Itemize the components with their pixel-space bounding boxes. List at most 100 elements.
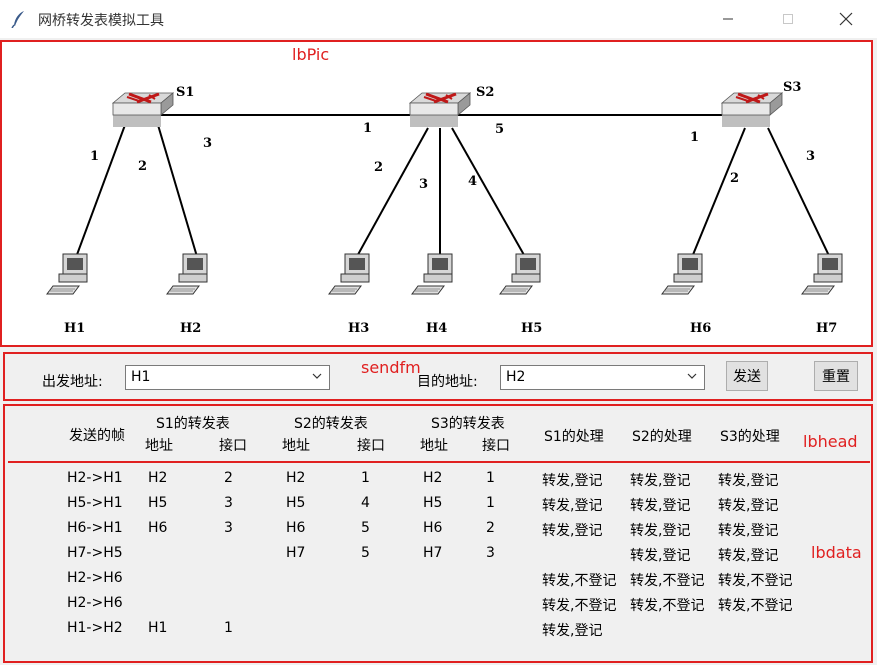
cell-s2-port: 4 — [361, 495, 370, 511]
header-s1-addr: 地址 — [145, 438, 173, 454]
dst-address-value: H2 — [506, 369, 526, 385]
window-title: 网桥转发表模拟工具 — [38, 13, 164, 29]
host-h1-label: H1 — [64, 321, 85, 336]
cell-s3-addr: H6 — [423, 520, 443, 536]
header-s3-table: S3的转发表 — [431, 416, 505, 432]
title-bar: 网桥转发表模拟工具 — [0, 0, 877, 38]
frame-label-data: lbdata — [811, 543, 862, 562]
maximize-button[interactable] — [765, 0, 811, 38]
minimize-button[interactable] — [705, 0, 751, 38]
cell-s3-addr: H5 — [423, 495, 443, 511]
host-h5-icon — [499, 253, 541, 295]
cell-frame: H1->H2 — [67, 620, 123, 636]
cell-frame: H5->H1 — [67, 495, 123, 511]
switch-s1-icon — [111, 91, 175, 129]
port-s3-h6: 2 — [730, 171, 739, 186]
cell-s2-port: 1 — [361, 470, 370, 486]
header-s3-port: 接口 — [482, 438, 510, 454]
port-s1-h2: 2 — [138, 159, 147, 174]
cell-s2-proc: 转发,登记 — [630, 473, 691, 489]
host-h6-label: H6 — [690, 321, 711, 336]
cell-s2-port: 5 — [361, 520, 370, 536]
cell-s1-addr: H5 — [148, 495, 168, 511]
chevron-down-icon — [312, 373, 322, 379]
src-address-label: 出发地址: — [42, 374, 103, 390]
cell-s1-addr: H2 — [148, 470, 168, 486]
src-address-select[interactable]: H1 — [125, 365, 330, 390]
src-address-value: H1 — [131, 369, 151, 385]
header-s2-proc: S2的处理 — [632, 429, 692, 445]
cell-s2-addr: H5 — [286, 495, 306, 511]
port-s2-h5: 4 — [468, 174, 477, 189]
host-h1-icon — [46, 253, 88, 295]
host-h3-label: H3 — [348, 321, 369, 336]
header-s2-addr: 地址 — [282, 438, 310, 454]
host-h7-label: H7 — [816, 321, 837, 336]
cell-s1-proc: 转发,不登记 — [542, 598, 617, 614]
chevron-down-icon — [687, 373, 697, 379]
host-h4-label: H4 — [426, 321, 447, 336]
cell-s3-port: 2 — [486, 520, 495, 536]
cell-s3-port: 3 — [486, 545, 495, 561]
cell-s1-proc: 转发,不登记 — [542, 573, 617, 589]
host-h6-icon — [661, 253, 703, 295]
port-s2-h4: 3 — [419, 177, 428, 192]
host-h2-icon — [166, 253, 208, 295]
header-s1-table: S1的转发表 — [156, 416, 230, 432]
cell-s1-addr: H1 — [148, 620, 168, 636]
cell-s1-port: 1 — [224, 620, 233, 636]
switch-s2-icon — [408, 91, 472, 129]
cell-s3-proc: 转发,登记 — [718, 498, 779, 514]
cell-s1-port: 3 — [224, 495, 233, 511]
host-h3-icon — [328, 253, 370, 295]
header-s2-port: 接口 — [357, 438, 385, 454]
header-s2-table: S2的转发表 — [294, 416, 368, 432]
cell-s3-proc: 转发,登记 — [718, 473, 779, 489]
host-h5-label: H5 — [521, 321, 542, 336]
cell-s3-proc: 转发,登记 — [718, 523, 779, 539]
switch-s3-label: S3 — [783, 80, 801, 95]
cell-s2-port: 5 — [361, 545, 370, 561]
port-s2-s3: 5 — [495, 122, 504, 137]
cell-s2-proc: 转发,不登记 — [630, 598, 705, 614]
cell-s2-proc: 转发,登记 — [630, 548, 691, 564]
frame-label-send: sendfm — [361, 358, 421, 377]
host-h2-label: H2 — [180, 321, 201, 336]
cell-frame: H7->H5 — [67, 545, 123, 561]
port-s1-s2: 3 — [203, 136, 212, 151]
frame-label-head: lbhead — [803, 432, 858, 451]
cell-s3-port: 1 — [486, 470, 495, 486]
cell-s3-addr: H2 — [423, 470, 443, 486]
close-button[interactable] — [823, 0, 869, 38]
cell-s3-addr: H7 — [423, 545, 443, 561]
header-s3-addr: 地址 — [420, 438, 448, 454]
cell-s2-addr: H2 — [286, 470, 306, 486]
header-separator — [8, 461, 870, 463]
cell-s2-addr: H7 — [286, 545, 306, 561]
port-s3-s2: 1 — [690, 130, 699, 145]
cell-frame: H2->H1 — [67, 470, 123, 486]
port-s2-s1: 1 — [363, 121, 372, 136]
cell-s1-proc: 转发,登记 — [542, 623, 603, 639]
topology-diagram: S1 S2 S3 H1 H2 H3 H4 H5 H6 H7 1 2 3 1 2 … — [46, 80, 843, 336]
port-s2-h3: 2 — [374, 160, 383, 175]
header-s3-proc: S3的处理 — [720, 429, 780, 445]
send-button[interactable]: 发送 — [726, 361, 768, 391]
cell-s3-proc: 转发,登记 — [718, 548, 779, 564]
switch-s3-icon — [720, 91, 784, 129]
dst-address-select[interactable]: H2 — [500, 365, 705, 390]
cell-s3-proc: 转发,不登记 — [718, 573, 793, 589]
cell-frame: H2->H6 — [67, 570, 123, 586]
cell-s2-proc: 转发,登记 — [630, 498, 691, 514]
maximize-icon — [783, 14, 793, 24]
cell-s2-proc: 转发,不登记 — [630, 573, 705, 589]
cell-frame: H2->H6 — [67, 595, 123, 611]
switch-s2-label: S2 — [476, 85, 494, 100]
cell-s1-addr: H6 — [148, 520, 168, 536]
reset-button[interactable]: 重置 — [814, 361, 858, 391]
feather-icon — [11, 11, 24, 28]
cell-frame: H6->H1 — [67, 520, 123, 536]
cell-s3-port: 1 — [486, 495, 495, 511]
minimize-icon — [723, 18, 733, 20]
cell-s1-port: 3 — [224, 520, 233, 536]
